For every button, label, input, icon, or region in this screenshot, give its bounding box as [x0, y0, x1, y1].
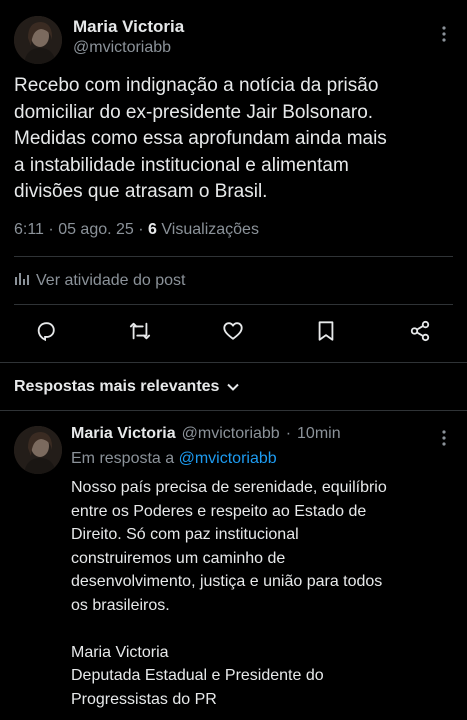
reply-icon — [35, 320, 57, 347]
author-avatar[interactable] — [14, 16, 62, 64]
more-options-icon[interactable] — [434, 22, 454, 46]
post-activity-label: Ver atividade do post — [36, 271, 186, 289]
divider — [0, 410, 467, 411]
repost-icon — [128, 320, 152, 347]
stats-icon — [14, 271, 30, 290]
bookmark-button[interactable] — [308, 315, 344, 351]
repost-button[interactable] — [122, 315, 158, 351]
reply-header: Maria Victoria @mvictoriabb · 10min — [71, 425, 341, 443]
meta-separator: · — [138, 221, 144, 238]
reply-more-options-icon[interactable] — [434, 426, 454, 450]
tweet-date[interactable]: 05 ago. 25 — [58, 221, 134, 238]
chevron-down-icon — [227, 378, 240, 396]
views-label: Visualizações — [161, 221, 259, 238]
views-count: 6 — [148, 221, 157, 238]
divider — [14, 304, 453, 305]
heart-icon — [222, 320, 244, 347]
tweet-text: Recebo com indignação a notícia da prisã… — [14, 75, 387, 202]
divider — [0, 362, 467, 363]
reply-context: Em resposta a @mvictoriabb — [71, 450, 277, 468]
like-button[interactable] — [215, 315, 251, 351]
reply-to-handle-link[interactable]: @mvictoriabb — [179, 450, 277, 467]
replies-sort-label: Respostas mais relevantes — [14, 378, 220, 395]
meta-separator: · — [48, 221, 54, 238]
reply-author-avatar[interactable] — [14, 426, 62, 474]
reply-time[interactable]: 10min — [297, 425, 341, 443]
reply-author-name[interactable]: Maria Victoria — [71, 425, 176, 443]
divider — [14, 256, 453, 257]
reply-to-prefix: Em resposta a — [71, 450, 175, 467]
reply-text: Nosso país precisa de serenidade, equilí… — [71, 479, 387, 708]
share-icon — [409, 320, 431, 347]
tweet-meta: 6:11 · 05 ago. 25 · 6 Visualizações — [14, 221, 259, 239]
reply-author-handle[interactable]: @mvictoriabb — [182, 425, 280, 443]
author-handle[interactable]: @mvictoriabb — [73, 39, 171, 57]
share-button[interactable] — [402, 315, 438, 351]
post-activity-link[interactable]: Ver atividade do post — [14, 271, 185, 290]
reply-button[interactable] — [28, 315, 64, 351]
bookmark-icon — [316, 320, 336, 347]
replies-sort-dropdown[interactable]: Respostas mais relevantes — [14, 378, 240, 396]
reply-separator: · — [285, 425, 292, 442]
author-name[interactable]: Maria Victoria — [73, 17, 184, 37]
tweet-time[interactable]: 6:11 — [14, 221, 44, 238]
